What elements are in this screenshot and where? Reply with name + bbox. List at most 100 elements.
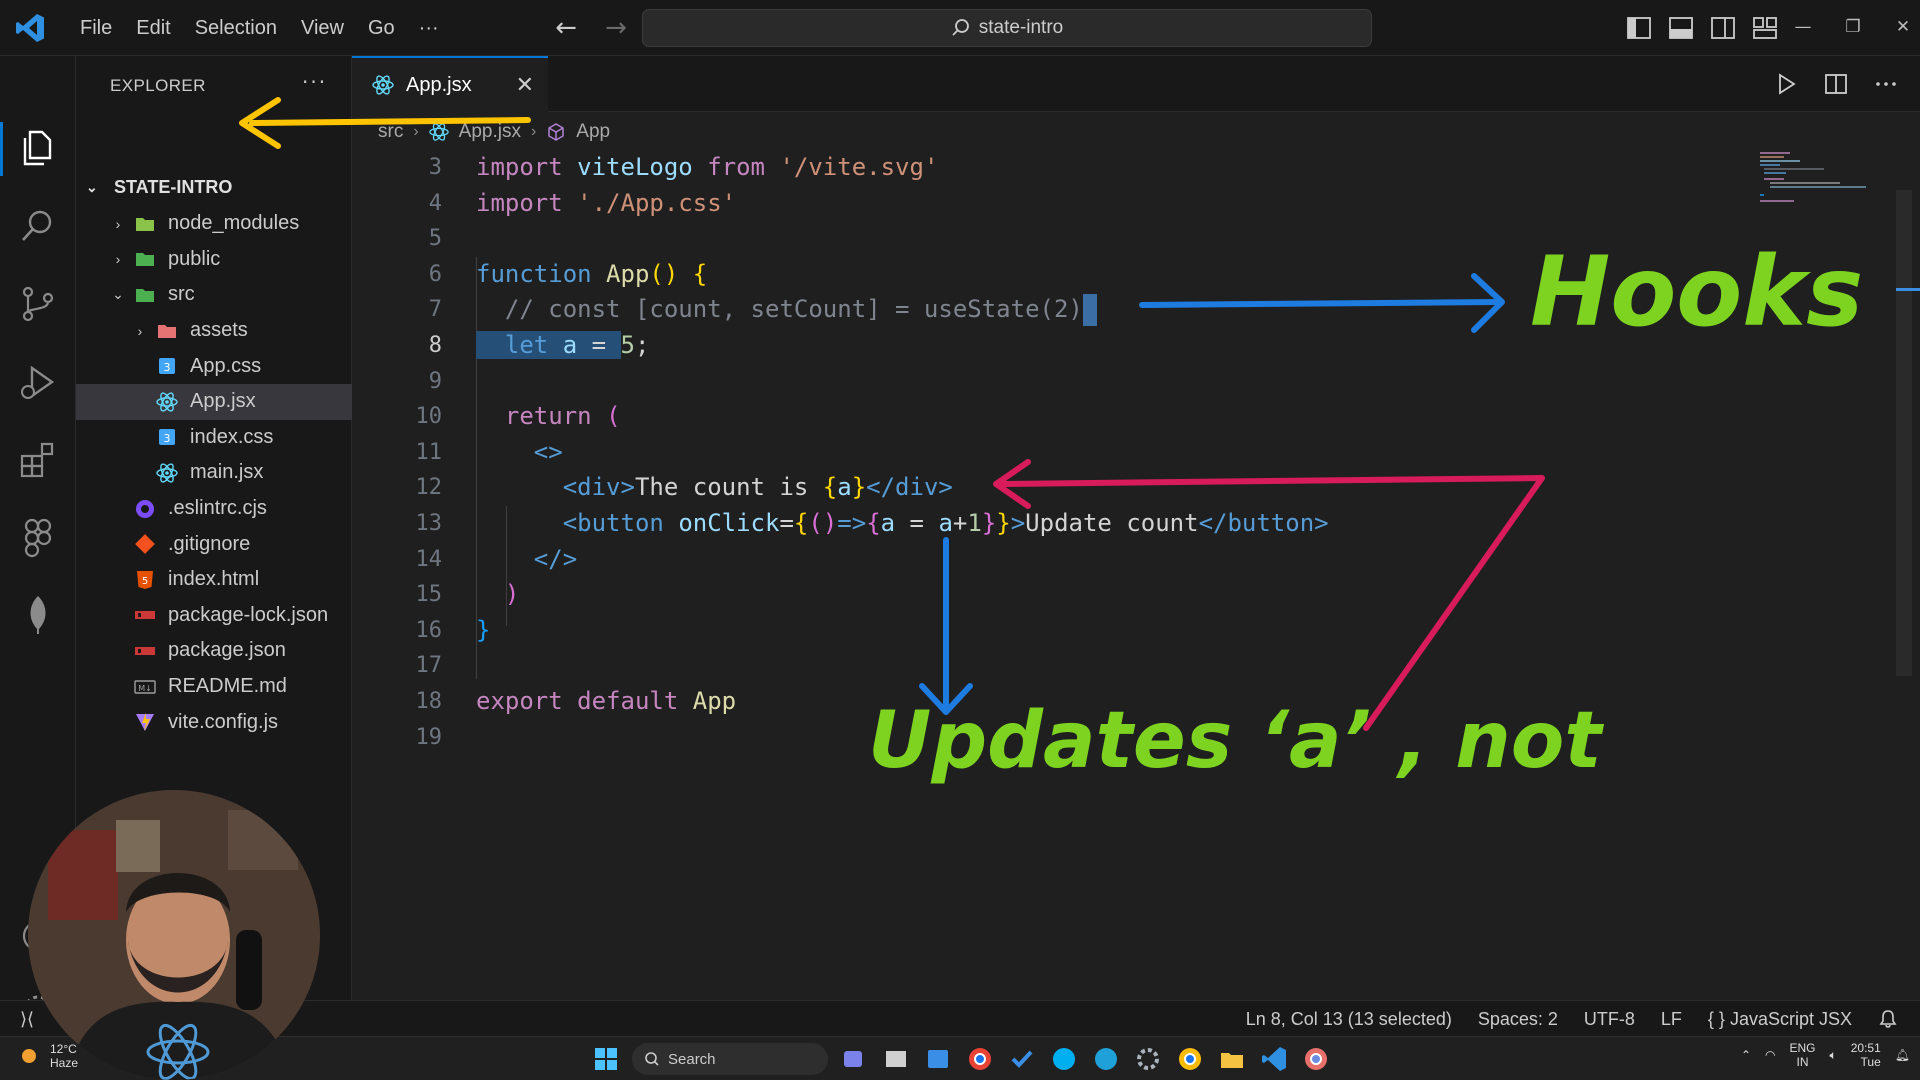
explorer-more-icon[interactable]: ··· — [302, 70, 327, 94]
notifications-bell-icon[interactable] — [1878, 1009, 1898, 1029]
tree-file[interactable]: main.jsx — [76, 455, 352, 491]
calendar-icon[interactable] — [922, 1043, 954, 1075]
tree-item-label: public — [168, 247, 221, 270]
input-language[interactable]: ENG IN — [1790, 1041, 1816, 1069]
toggle-secondary-sidebar-icon[interactable] — [1708, 14, 1738, 42]
menu-more[interactable]: ··· — [407, 17, 451, 40]
tree-item-label: main.jsx — [190, 461, 264, 484]
layout-controls — [1624, 14, 1780, 42]
clock-day: Tue — [1860, 1055, 1881, 1069]
code-line-4: import './App.css' — [476, 188, 737, 217]
menu-go[interactable]: Go — [356, 17, 407, 40]
tree-file[interactable]: .eslintrc.cjs — [76, 491, 352, 527]
split-editor-icon[interactable] — [1822, 70, 1850, 98]
svg-text:3: 3 — [164, 432, 171, 445]
tree-file[interactable]: 3 App.css — [76, 348, 352, 384]
windows-taskbar: 12°C Haze Search ⌃ ◠ ENG IN 🔈︎ 20:51 Tue… — [0, 1036, 1920, 1080]
run-file-icon[interactable] — [1772, 70, 1800, 98]
run-debug-icon[interactable] — [16, 360, 60, 404]
figma-icon[interactable] — [16, 516, 60, 560]
taskbar-search[interactable]: Search — [632, 1043, 828, 1075]
teams-icon[interactable] — [838, 1043, 870, 1075]
breadcrumb-symbol[interactable]: App — [576, 121, 610, 143]
menu-file[interactable]: File — [68, 17, 124, 40]
workspace-root-folder[interactable]: ⌄ STATE-INTRO — [76, 170, 232, 204]
chevron-right-icon: › — [413, 123, 419, 140]
edge-icon[interactable] — [1090, 1043, 1122, 1075]
tree-folder[interactable]: ⌄ src — [76, 277, 352, 313]
file-explorer-small-icon[interactable] — [880, 1043, 912, 1075]
breadcrumb-file[interactable]: App.jsx — [459, 121, 521, 143]
vscode-taskbar-icon[interactable] — [1258, 1043, 1290, 1075]
status-language-mode[interactable]: { } JavaScript JSX — [1708, 1009, 1852, 1030]
restore-icon[interactable]: ❐ — [1840, 10, 1866, 44]
close-tab-icon[interactable]: ✕ — [516, 72, 534, 98]
status-indentation[interactable]: Spaces: 2 — [1478, 1009, 1558, 1030]
settings-app-icon[interactable] — [1132, 1043, 1164, 1075]
forward-arrow-icon[interactable]: → — [600, 12, 632, 44]
breadcrumb-src[interactable]: src — [378, 121, 403, 143]
command-center-search[interactable]: state-intro — [642, 9, 1372, 47]
tab-app-jsx[interactable]: App.jsx ✕ — [352, 56, 548, 112]
close-window-icon[interactable]: ✕ — [1890, 10, 1916, 44]
node-modules-folder-icon — [134, 213, 156, 235]
tree-file[interactable]: .gitignore — [76, 526, 352, 562]
skype-icon[interactable] — [1048, 1043, 1080, 1075]
tree-file[interactable]: 3 index.css — [76, 420, 352, 456]
chrome-icon[interactable] — [964, 1043, 996, 1075]
menu-edit[interactable]: Edit — [124, 17, 182, 40]
wifi-icon[interactable]: ◠ — [1765, 1048, 1775, 1062]
back-arrow-icon[interactable]: ← — [550, 12, 582, 44]
toggle-primary-sidebar-icon[interactable] — [1624, 14, 1654, 42]
status-encoding[interactable]: UTF-8 — [1584, 1009, 1635, 1030]
status-right-items: Ln 8, Col 13 (13 selected) Spaces: 2 UTF… — [1246, 1001, 1898, 1037]
breadcrumb: src › App.jsx › App — [378, 118, 610, 146]
line-number: 3 — [428, 155, 442, 180]
status-cursor-position[interactable]: Ln 8, Col 13 (13 selected) — [1246, 1009, 1452, 1030]
search-view-icon[interactable] — [16, 204, 60, 248]
editor-tab-bar: App.jsx ✕ — [352, 56, 1920, 112]
npm-file-icon — [134, 640, 156, 662]
line-number: 11 — [415, 439, 443, 465]
menu-selection[interactable]: Selection — [183, 17, 289, 40]
chevron-up-icon[interactable]: ⌃ — [1741, 1048, 1751, 1062]
notification-bell-icon[interactable]: 🔔︎ — [1895, 1048, 1910, 1062]
tree-file[interactable]: package.json — [76, 633, 352, 669]
windows-start-icon[interactable] — [590, 1043, 622, 1075]
toggle-panel-icon[interactable] — [1666, 14, 1696, 42]
menu-bar: File Edit Selection View Go ··· — [68, 0, 451, 56]
npm-file-icon — [134, 604, 156, 626]
taskbar-search-label: Search — [668, 1050, 716, 1068]
status-eol[interactable]: LF — [1661, 1009, 1682, 1030]
taskbar-clock[interactable]: 20:51 Tue — [1851, 1041, 1881, 1069]
tree-file[interactable]: vite.config.js — [76, 704, 352, 740]
tree-folder[interactable]: › assets — [76, 313, 352, 349]
tree-folder[interactable]: › public — [76, 242, 352, 278]
vertical-scrollbar[interactable] — [1896, 190, 1912, 676]
chrome-profile-icon[interactable] — [1174, 1043, 1206, 1075]
component-cube-icon — [548, 123, 565, 141]
code-line-16: } — [476, 615, 491, 644]
extensions-icon[interactable] — [16, 438, 60, 482]
explorer-icon[interactable] — [16, 126, 60, 170]
speaker-icon[interactable]: 🔈︎ — [1830, 1048, 1837, 1063]
remote-indicator-icon[interactable]: ⟩⟨ — [0, 1001, 54, 1037]
menu-view[interactable]: View — [289, 17, 356, 40]
tree-file[interactable]: App.jsx — [76, 383, 352, 420]
todo-check-icon[interactable] — [1006, 1043, 1038, 1075]
weather-widget[interactable]: 12°C Haze — [16, 1042, 78, 1070]
mongodb-leaf-icon[interactable] — [16, 592, 60, 636]
customize-layout-icon[interactable] — [1750, 14, 1780, 42]
tree-file[interactable]: 5 index.html — [76, 562, 352, 598]
minimize-icon[interactable]: — — [1790, 10, 1816, 44]
chrome-dev-icon[interactable] — [1300, 1043, 1332, 1075]
tree-folder[interactable]: › node_modules — [76, 206, 352, 242]
more-actions-icon[interactable] — [1872, 70, 1900, 98]
tree-file[interactable]: M↓ README.md — [76, 669, 352, 705]
tree-file[interactable]: package-lock.json — [76, 598, 352, 634]
vscode-logo-icon[interactable] — [14, 12, 46, 44]
folder-icon[interactable] — [1216, 1043, 1248, 1075]
source-control-icon[interactable] — [16, 282, 60, 326]
minimap[interactable] — [1758, 150, 1892, 240]
